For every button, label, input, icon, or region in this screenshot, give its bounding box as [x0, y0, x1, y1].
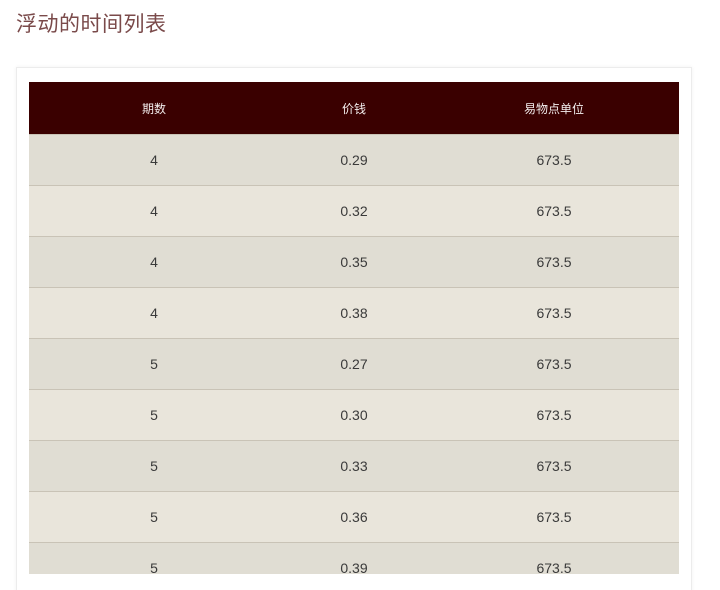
- table-row: 4 0.35 673.5: [29, 236, 679, 288]
- cell-price: 0.36: [340, 509, 368, 525]
- cell-price: 0.39: [340, 560, 368, 574]
- cell-price: 0.38: [340, 305, 368, 321]
- page: 浮动的时间列表 期数 价钱 易物点单位 4 0.29 673.5 4 0.32 …: [0, 0, 720, 590]
- cell-barter-unit: 673.5: [536, 356, 572, 372]
- table-row: 5 0.36 673.5: [29, 491, 679, 543]
- header-period: 期数: [141, 101, 166, 116]
- table-row: 4 0.38 673.5: [29, 287, 679, 339]
- cell-price: 0.32: [340, 203, 368, 219]
- cell-barter-unit: 673.5: [536, 560, 572, 574]
- price-table: 期数 价钱 易物点单位 4 0.29 673.5 4 0.32 673.5 4 …: [29, 82, 679, 574]
- cell-period: 4: [150, 203, 158, 219]
- cell-barter-unit: 673.5: [536, 305, 572, 321]
- cell-barter-unit: 673.5: [536, 254, 572, 270]
- table-row: 5 0.27 673.5: [29, 338, 679, 390]
- cell-price: 0.29: [340, 152, 368, 168]
- table-row: 5 0.30 673.5: [29, 389, 679, 441]
- cell-period: 5: [150, 407, 158, 423]
- cell-period: 5: [150, 560, 158, 574]
- header-barter-unit: 易物点单位: [523, 101, 584, 116]
- table-card: 期数 价钱 易物点单位 4 0.29 673.5 4 0.32 673.5 4 …: [16, 67, 692, 590]
- table-row: 5 0.39 673.5: [29, 542, 679, 574]
- cell-barter-unit: 673.5: [536, 407, 572, 423]
- cell-barter-unit: 673.5: [536, 509, 572, 525]
- page-title: 浮动的时间列表: [16, 12, 167, 36]
- cell-price: 0.33: [340, 458, 368, 474]
- header-price: 价钱: [341, 101, 366, 116]
- cell-period: 5: [150, 356, 158, 372]
- cell-period: 4: [150, 152, 158, 168]
- table-row: 5 0.33 673.5: [29, 440, 679, 492]
- table-header: 期数 价钱 易物点单位: [29, 82, 679, 135]
- cell-price: 0.30: [340, 407, 368, 423]
- cell-price: 0.27: [340, 356, 368, 372]
- table-row: 4 0.29 673.5: [29, 134, 679, 186]
- cell-period: 5: [150, 458, 158, 474]
- cell-barter-unit: 673.5: [536, 152, 572, 168]
- cell-barter-unit: 673.5: [536, 458, 572, 474]
- table-row: 4 0.32 673.5: [29, 185, 679, 237]
- cell-barter-unit: 673.5: [536, 203, 572, 219]
- cell-period: 5: [150, 509, 158, 525]
- cell-price: 0.35: [340, 254, 368, 270]
- cell-period: 4: [150, 254, 158, 270]
- table-body: 4 0.29 673.5 4 0.32 673.5 4 0.35 673.5 4…: [29, 134, 679, 574]
- header-row: 期数 价钱 易物点单位: [29, 82, 679, 135]
- table-scroll-area[interactable]: 期数 价钱 易物点单位 4 0.29 673.5 4 0.32 673.5 4 …: [29, 82, 679, 574]
- cell-period: 4: [150, 305, 158, 321]
